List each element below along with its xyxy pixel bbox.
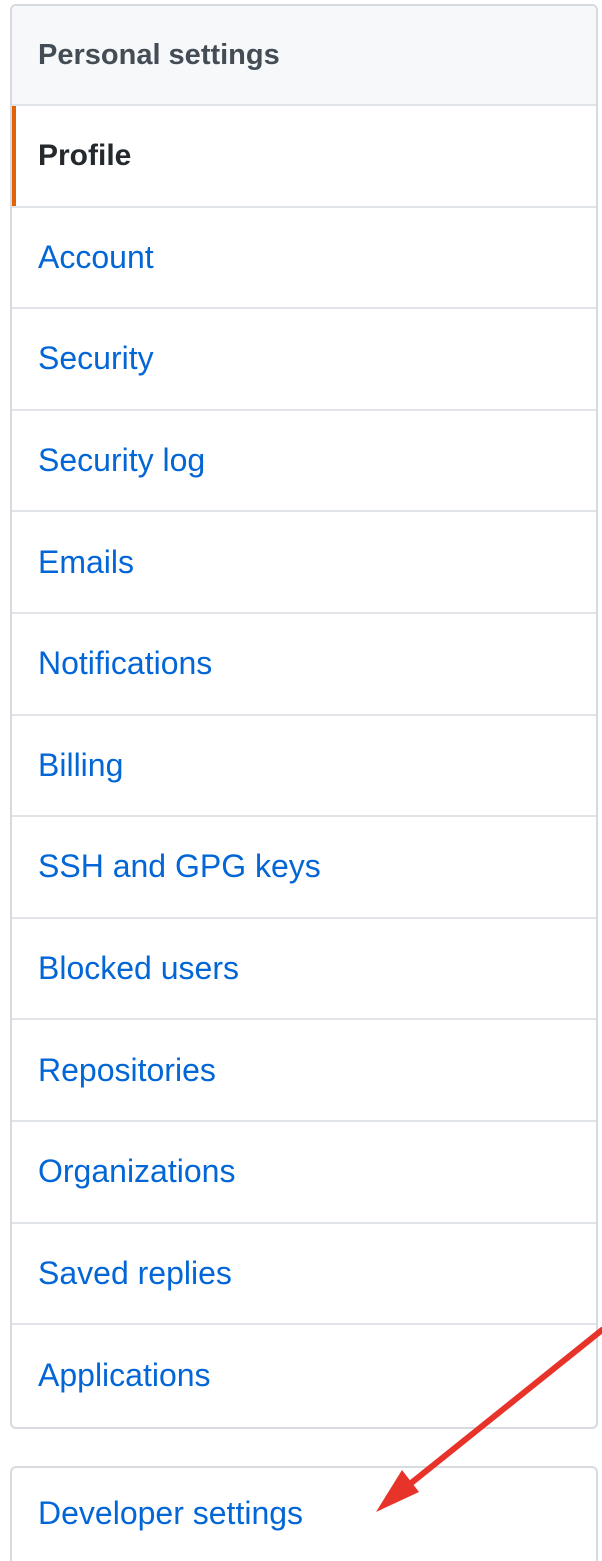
sidebar-item-repositories[interactable]: Repositories — [12, 1020, 596, 1122]
sidebar-item-blocked-users[interactable]: Blocked users — [12, 919, 596, 1021]
sidebar-item-ssh-gpg-keys[interactable]: SSH and GPG keys — [12, 817, 596, 919]
sidebar-item-security[interactable]: Security — [12, 309, 596, 411]
sidebar-item-notifications[interactable]: Notifications — [12, 614, 596, 716]
sidebar-item-developer-settings[interactable]: Developer settings — [12, 1468, 596, 1558]
sidebar-item-profile[interactable]: Profile — [12, 106, 596, 208]
sidebar-item-applications[interactable]: Applications — [12, 1325, 596, 1427]
menu-heading: Personal settings — [12, 6, 596, 106]
sidebar-item-organizations[interactable]: Organizations — [12, 1122, 596, 1224]
sidebar-item-account[interactable]: Account — [12, 208, 596, 310]
sidebar-item-billing[interactable]: Billing — [12, 716, 596, 818]
sidebar-item-security-log[interactable]: Security log — [12, 411, 596, 513]
developer-settings-menu: Developer settings — [10, 1466, 598, 1561]
settings-page: Personal settings Profile Account Securi… — [0, 0, 602, 1561]
sidebar-item-emails[interactable]: Emails — [12, 512, 596, 614]
personal-settings-menu: Personal settings Profile Account Securi… — [10, 4, 598, 1429]
sidebar-item-saved-replies[interactable]: Saved replies — [12, 1224, 596, 1326]
